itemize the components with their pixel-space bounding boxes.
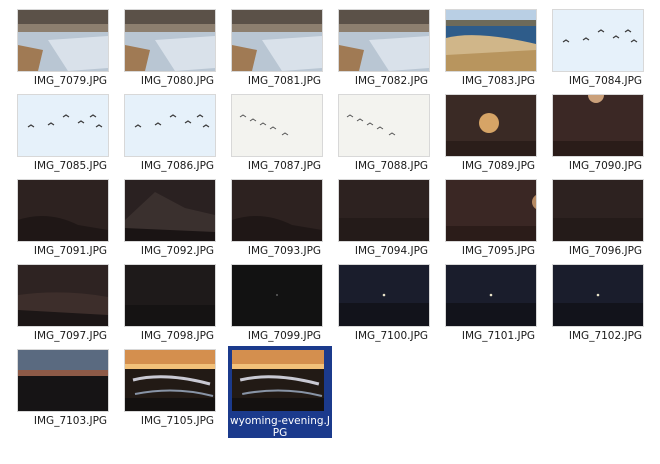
file-name-label: IMG_7087.JPG xyxy=(247,160,322,172)
file-item[interactable]: IMG_7089.JPG xyxy=(445,95,552,177)
file-thumbnail[interactable] xyxy=(232,180,322,241)
file-item[interactable]: IMG_7101.JPG xyxy=(445,265,552,347)
file-name-label: IMG_7079.JPG xyxy=(33,75,108,87)
file-name-label: IMG_7105.JPG xyxy=(140,415,215,427)
file-thumbnail[interactable] xyxy=(339,10,429,71)
file-thumbnail[interactable] xyxy=(339,95,429,156)
file-item[interactable]: IMG_7084.JPG xyxy=(552,10,659,92)
file-thumbnail[interactable] xyxy=(446,95,536,156)
file-name-label: IMG_7089.JPG xyxy=(461,160,536,172)
file-item[interactable]: IMG_7105.JPG xyxy=(124,350,231,432)
file-thumbnail[interactable] xyxy=(18,10,108,71)
file-item[interactable]: IMG_7096.JPG xyxy=(552,180,659,262)
file-thumbnail[interactable] xyxy=(18,180,108,241)
file-item[interactable]: IMG_7099.JPG xyxy=(231,265,338,347)
file-item[interactable]: wyoming-evening.JPG xyxy=(228,346,332,439)
file-name-label: IMG_7095.JPG xyxy=(461,245,536,257)
file-item[interactable]: IMG_7080.JPG xyxy=(124,10,231,92)
file-name-label: IMG_7093.JPG xyxy=(247,245,322,257)
file-name-label: IMG_7096.JPG xyxy=(568,245,643,257)
file-thumbnail[interactable] xyxy=(125,180,215,241)
file-name-label: IMG_7090.JPG xyxy=(568,160,643,172)
file-item[interactable]: IMG_7090.JPG xyxy=(552,95,659,177)
file-thumbnail[interactable] xyxy=(232,350,324,411)
file-thumbnail[interactable] xyxy=(553,180,643,241)
file-item[interactable]: IMG_7086.JPG xyxy=(124,95,231,177)
file-name-label: IMG_7102.JPG xyxy=(568,330,643,342)
file-name-label: IMG_7083.JPG xyxy=(461,75,536,87)
file-thumbnail[interactable] xyxy=(18,350,108,411)
file-item[interactable]: IMG_7100.JPG xyxy=(338,265,445,347)
file-item[interactable]: IMG_7088.JPG xyxy=(338,95,445,177)
file-name-label: wyoming-evening.JPG xyxy=(230,415,330,439)
file-name-label: IMG_7098.JPG xyxy=(140,330,215,342)
file-item[interactable]: IMG_7085.JPG xyxy=(17,95,124,177)
file-name-label: IMG_7103.JPG xyxy=(33,415,108,427)
file-thumbnail[interactable] xyxy=(339,265,429,326)
file-item[interactable]: IMG_7093.JPG xyxy=(231,180,338,262)
file-thumbnail[interactable] xyxy=(18,265,108,326)
file-name-label: IMG_7101.JPG xyxy=(461,330,536,342)
file-thumbnail[interactable] xyxy=(125,10,215,71)
file-thumbnail[interactable] xyxy=(125,95,215,156)
file-thumbnail[interactable] xyxy=(446,265,536,326)
file-thumbnail-grid: IMG_7079.JPG IMG_7080.JPG IMG_7081.JPG IMG_… xyxy=(0,0,660,464)
file-name-label: IMG_7100.JPG xyxy=(354,330,429,342)
file-item[interactable]: IMG_7095.JPG xyxy=(445,180,552,262)
file-thumbnail[interactable] xyxy=(553,10,643,71)
file-item[interactable]: IMG_7091.JPG xyxy=(17,180,124,262)
file-thumbnail[interactable] xyxy=(553,265,643,326)
file-thumbnail[interactable] xyxy=(125,265,215,326)
file-name-label: IMG_7084.JPG xyxy=(568,75,643,87)
file-item[interactable]: IMG_7083.JPG xyxy=(445,10,552,92)
file-thumbnail[interactable] xyxy=(232,95,322,156)
file-thumbnail[interactable] xyxy=(446,10,536,71)
file-item[interactable]: IMG_7081.JPG xyxy=(231,10,338,92)
file-item[interactable]: IMG_7098.JPG xyxy=(124,265,231,347)
file-name-label: IMG_7086.JPG xyxy=(140,160,215,172)
file-item[interactable]: IMG_7094.JPG xyxy=(338,180,445,262)
file-thumbnail[interactable] xyxy=(339,180,429,241)
file-name-label: IMG_7091.JPG xyxy=(33,245,108,257)
file-thumbnail[interactable] xyxy=(446,180,536,241)
file-item[interactable]: IMG_7097.JPG xyxy=(17,265,124,347)
file-name-label: IMG_7092.JPG xyxy=(140,245,215,257)
file-name-label: IMG_7094.JPG xyxy=(354,245,429,257)
file-item[interactable]: IMG_7092.JPG xyxy=(124,180,231,262)
file-thumbnail[interactable] xyxy=(125,350,215,411)
file-name-label: IMG_7097.JPG xyxy=(33,330,108,342)
file-name-label: IMG_7099.JPG xyxy=(247,330,322,342)
file-item[interactable]: IMG_7087.JPG xyxy=(231,95,338,177)
file-thumbnail[interactable] xyxy=(18,95,108,156)
file-thumbnail[interactable] xyxy=(232,10,322,71)
file-name-label: IMG_7082.JPG xyxy=(354,75,429,87)
file-thumbnail[interactable] xyxy=(553,95,643,156)
file-item[interactable]: IMG_7103.JPG xyxy=(17,350,124,432)
file-item[interactable]: IMG_7102.JPG xyxy=(552,265,659,347)
file-name-label: IMG_7081.JPG xyxy=(247,75,322,87)
file-thumbnail[interactable] xyxy=(232,265,322,326)
file-item[interactable]: IMG_7082.JPG xyxy=(338,10,445,92)
file-name-label: IMG_7080.JPG xyxy=(140,75,215,87)
file-item[interactable]: IMG_7079.JPG xyxy=(17,10,124,92)
file-name-label: IMG_7085.JPG xyxy=(33,160,108,172)
file-name-label: IMG_7088.JPG xyxy=(354,160,429,172)
